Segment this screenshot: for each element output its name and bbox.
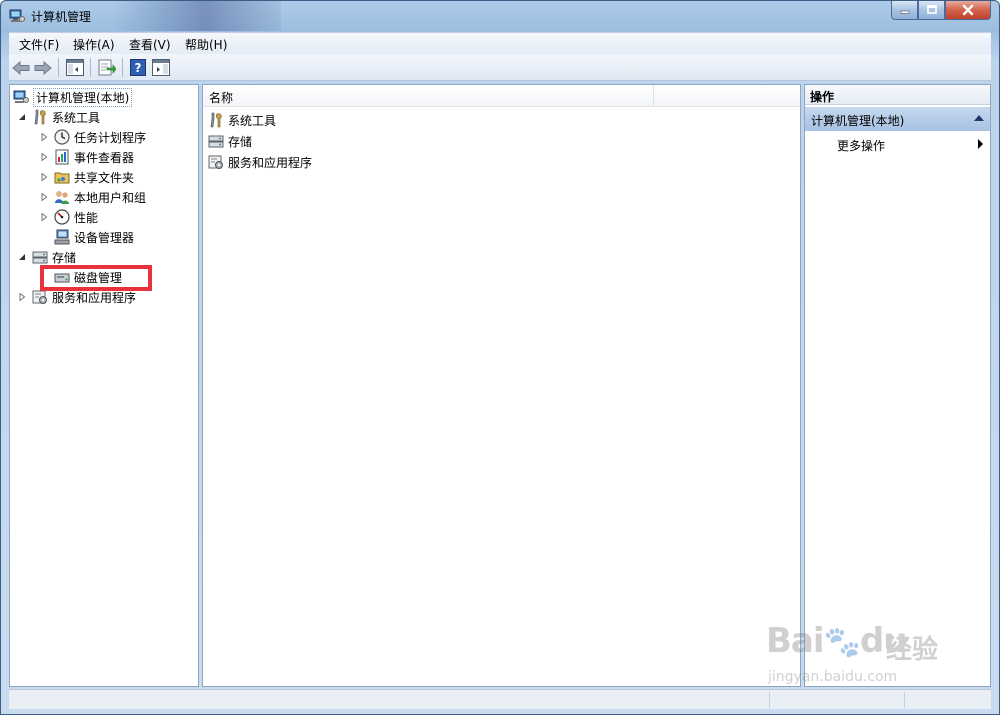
watermark-url: jingyan.baidu.com <box>768 669 898 685</box>
title-bar[interactable]: 计算机管理 <box>1 1 999 31</box>
computer-management-window: 计算机管理 文件(F) 操作(A) 查看(V) 帮助(H) ? 计算机管理(本地… <box>0 0 1000 715</box>
toolbar-separator <box>122 58 123 77</box>
list-item-label: 服务和应用程序 <box>228 155 313 170</box>
column-divider[interactable] <box>653 85 654 107</box>
minimize-icon <box>900 10 909 14</box>
expand-triangle-icon[interactable] <box>38 211 50 223</box>
toolbar-separator <box>90 58 91 77</box>
tree-item-label: 性能 <box>74 210 99 225</box>
event-log-icon <box>54 149 70 165</box>
submenu-arrow-icon <box>978 139 983 149</box>
actions-section-computer-management[interactable]: 计算机管理(本地) <box>805 107 990 131</box>
tree-item-label: 共享文件夹 <box>74 170 135 185</box>
performance-gauge-icon <box>54 209 70 225</box>
tree-item-label: 服务和应用程序 <box>52 290 137 305</box>
menu-bar: 文件(F) 操作(A) 查看(V) 帮助(H) <box>9 32 991 54</box>
action-pane-icon <box>152 59 170 76</box>
users-icon <box>54 189 70 205</box>
list-header: 名称 <box>203 85 800 107</box>
device-manager-icon <box>54 229 70 245</box>
tools-icon <box>208 112 224 128</box>
menu-help[interactable]: 帮助(H) <box>185 36 227 53</box>
menu-view[interactable]: 查看(V) <box>129 36 171 53</box>
red-highlight-annotation <box>40 265 152 291</box>
tree-item-storage[interactable]: 存储 <box>16 247 76 267</box>
expand-triangle-icon[interactable] <box>38 151 50 163</box>
console-tree-icon <box>66 59 84 76</box>
watermark-jingyan: 经验 <box>886 635 939 665</box>
back-button[interactable] <box>11 58 31 77</box>
menu-action[interactable]: 操作(A) <box>73 36 115 53</box>
collapse-triangle-icon[interactable] <box>16 251 28 263</box>
tree-item-label: 系统工具 <box>52 110 101 125</box>
tree-item-label: 计算机管理(本地) <box>33 87 133 107</box>
export-icon <box>98 59 116 76</box>
title-bar-glass <box>111 1 281 31</box>
storage-icon <box>32 249 48 265</box>
actions-pane: 操作 计算机管理(本地) 更多操作 <box>804 84 991 687</box>
list-item[interactable]: 存储 <box>208 131 252 151</box>
close-button[interactable] <box>945 1 991 20</box>
more-actions-item[interactable]: 更多操作 <box>837 137 885 154</box>
tree-item-label: 设备管理器 <box>74 230 135 245</box>
status-bar <box>9 689 991 709</box>
maximize-button[interactable] <box>918 1 945 20</box>
show-hide-action-pane-button[interactable] <box>151 58 171 77</box>
tree-item-task-scheduler[interactable]: 任务计划程序 <box>38 127 146 147</box>
list-item-label: 系统工具 <box>228 113 277 128</box>
collapse-triangle-icon[interactable] <box>16 111 28 123</box>
collapse-up-triangle-icon[interactable] <box>974 115 984 121</box>
actions-section-label: 计算机管理(本地) <box>811 114 905 128</box>
toolbar-separator <box>58 58 59 77</box>
export-list-button[interactable] <box>97 58 117 77</box>
services-icon <box>208 154 224 170</box>
menu-file[interactable]: 文件(F) <box>19 36 59 53</box>
expand-triangle-icon[interactable] <box>16 291 28 303</box>
list-item-label: 存储 <box>228 134 253 149</box>
tree-item-shared-folders[interactable]: 共享文件夹 <box>38 167 134 187</box>
maximize-icon <box>926 5 937 14</box>
tree-item-label: 事件查看器 <box>74 150 135 165</box>
status-bar-divider <box>904 692 905 708</box>
shared-folder-icon <box>54 169 70 185</box>
tree-item-label: 任务计划程序 <box>74 130 147 145</box>
column-header-name[interactable]: 名称 <box>209 89 233 106</box>
show-hide-tree-button[interactable] <box>65 58 85 77</box>
list-item[interactable]: 服务和应用程序 <box>208 152 312 172</box>
svg-text:?: ? <box>135 61 142 75</box>
tree-item-label: 存储 <box>52 250 77 265</box>
forward-arrow-icon <box>34 60 52 75</box>
services-icon <box>32 289 48 305</box>
list-item[interactable]: 系统工具 <box>208 110 276 130</box>
expand-triangle-icon[interactable] <box>38 131 50 143</box>
minimize-button[interactable] <box>891 1 918 20</box>
back-arrow-icon <box>12 60 30 75</box>
actions-title: 操作 <box>810 90 835 104</box>
tree-item-device-manager[interactable]: 设备管理器 <box>54 227 134 247</box>
clock-icon <box>54 129 70 145</box>
tree-item-performance[interactable]: 性能 <box>38 207 98 227</box>
expand-triangle-icon[interactable] <box>38 191 50 203</box>
computer-management-icon <box>13 89 29 105</box>
close-icon <box>962 4 974 16</box>
help-button[interactable]: ? <box>128 58 148 77</box>
console-tree-pane[interactable]: 计算机管理(本地) 系统工具 任务计划程序 事件查看器 共享文件夹 本地用户和组 <box>9 84 199 687</box>
computer-management-icon <box>9 9 25 22</box>
tree-item-event-viewer[interactable]: 事件查看器 <box>38 147 134 167</box>
tree-item-local-users-groups[interactable]: 本地用户和组 <box>38 187 146 207</box>
toolbar: ? <box>9 54 991 81</box>
tree-item-system-tools[interactable]: 系统工具 <box>16 107 100 127</box>
status-bar-divider <box>769 692 770 708</box>
expand-triangle-icon[interactable] <box>38 171 50 183</box>
tree-item-computer-management-local[interactable]: 计算机管理(本地) <box>13 87 133 107</box>
help-icon: ? <box>130 59 146 76</box>
baidu-jingyan-watermark: Bai🐾du 经验 jingyan.baidu.com <box>766 601 966 691</box>
forward-button[interactable] <box>33 58 53 77</box>
window-title: 计算机管理 <box>31 10 92 24</box>
tree-item-label: 本地用户和组 <box>74 190 147 205</box>
storage-icon <box>208 133 224 149</box>
tools-icon <box>32 109 48 125</box>
actions-header: 操作 <box>805 85 990 105</box>
results-list-pane[interactable]: 名称 系统工具 存储 服务和应用程序 <box>202 84 801 687</box>
